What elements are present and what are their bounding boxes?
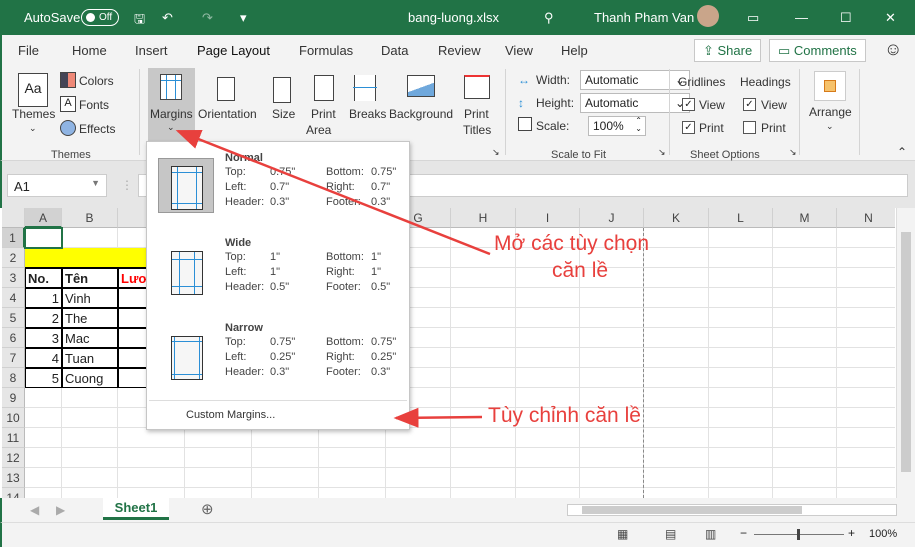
zoom-level[interactable]: 100% [869, 528, 897, 540]
sheet-tab-bar: ◀ ▶ Sheet1 ⊕ [0, 498, 915, 522]
zoom-slider[interactable] [754, 529, 844, 540]
annotation-custom: Tùy chỉnh căn lề [488, 404, 641, 427]
zoom-out-icon[interactable]: − [740, 526, 747, 540]
next-sheet-icon[interactable]: ▶ [56, 503, 65, 517]
annotation-open-line1: Mở các tùy chọn [494, 232, 649, 255]
add-sheet-icon[interactable]: ⊕ [201, 500, 214, 518]
page-break-view-icon[interactable]: ▥ [705, 527, 716, 541]
sheet-tab-sheet1[interactable]: Sheet1 [103, 498, 169, 520]
arrow-to-margins [175, 129, 491, 256]
status-bar: ▦ ▤ ▥ − + 100% [0, 522, 915, 547]
arrow-to-custom-margins [393, 407, 483, 428]
annotation-open-line2: căn lề [552, 259, 609, 282]
zoom-slider-thumb[interactable] [797, 529, 800, 540]
scrollbar-thumb[interactable] [582, 506, 802, 514]
prev-sheet-icon[interactable]: ◀ [30, 503, 39, 517]
scrollbar-thumb[interactable] [901, 232, 911, 472]
annotation-arrows [175, 129, 491, 428]
zoom-in-icon[interactable]: + [848, 526, 855, 540]
normal-view-icon[interactable]: ▦ [617, 527, 628, 541]
vertical-scrollbar[interactable] [896, 208, 915, 498]
page-layout-view-icon[interactable]: ▤ [665, 527, 676, 541]
horizontal-scrollbar[interactable] [567, 504, 897, 516]
